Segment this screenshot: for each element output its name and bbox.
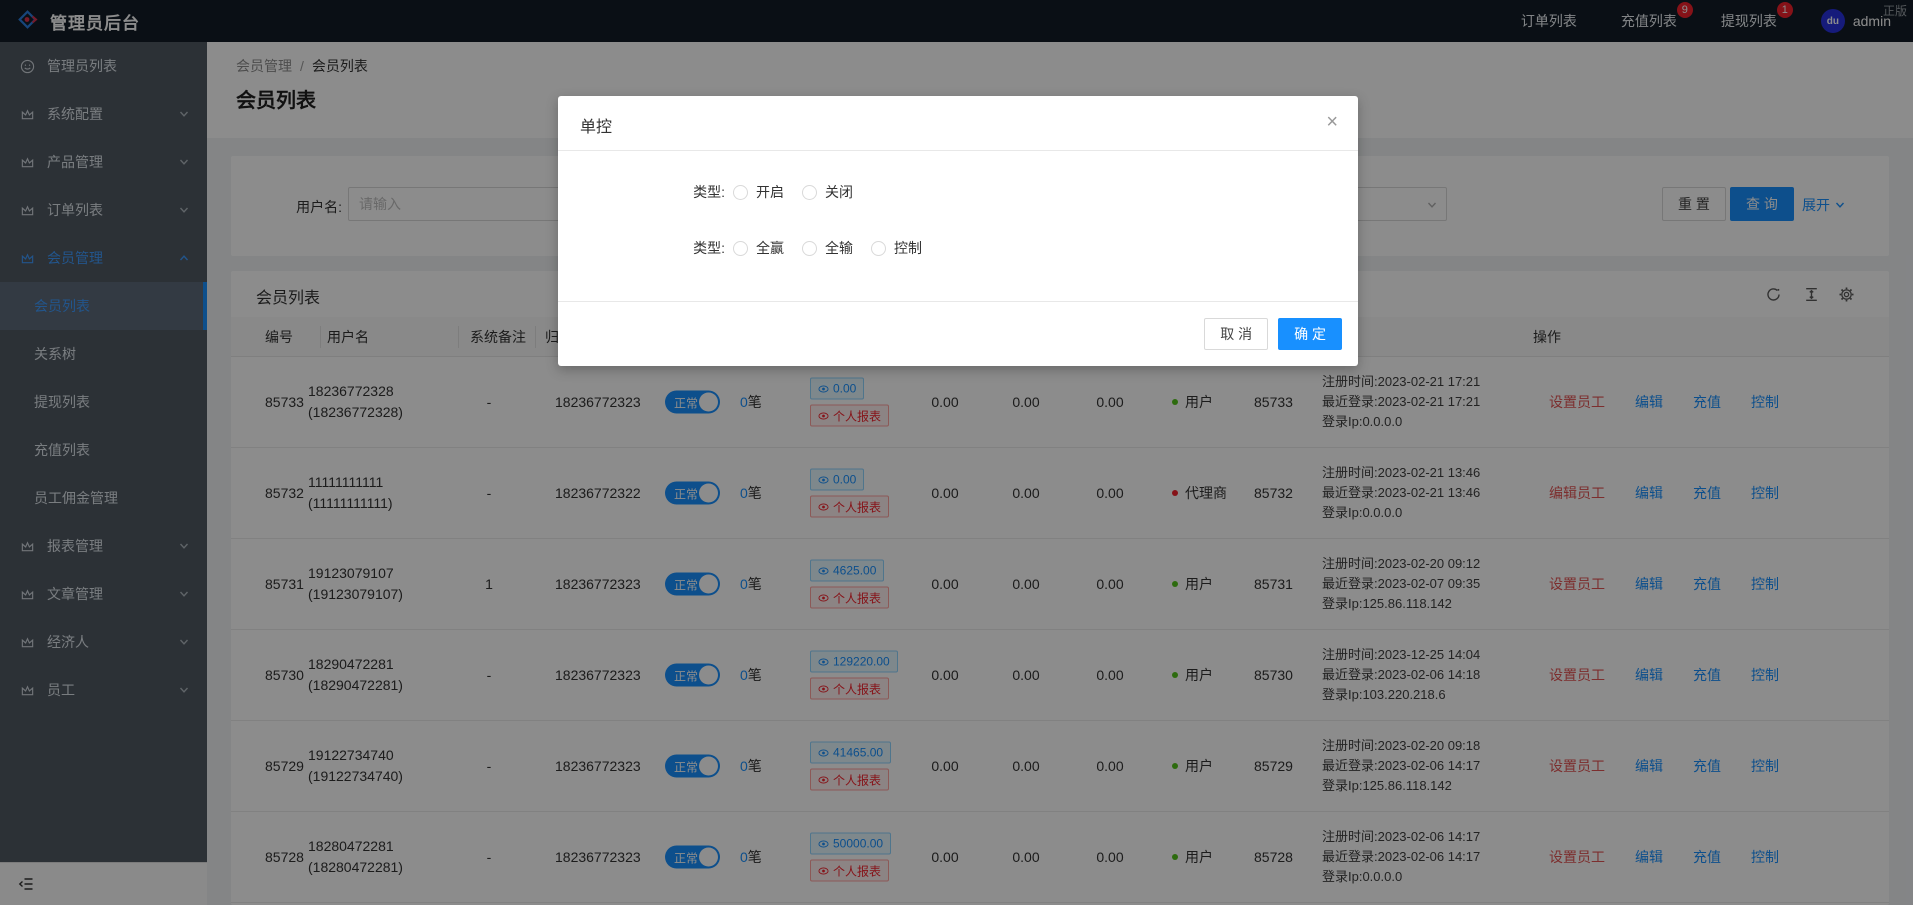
radio-option-label: 关闭 xyxy=(825,182,853,202)
radio-option-label: 开启 xyxy=(756,182,784,202)
radio-option[interactable]: 开启 xyxy=(733,182,784,202)
radio-option[interactable]: 全赢 xyxy=(733,238,784,258)
radio-option[interactable]: 全输 xyxy=(802,238,853,258)
radio-icon xyxy=(871,241,886,256)
radio-icon xyxy=(802,185,817,200)
radio-option-label: 全赢 xyxy=(756,238,784,258)
radio-group-0: 类型: 开启 关闭 xyxy=(558,178,1358,206)
radio-option[interactable]: 控制 xyxy=(871,238,922,258)
radio-icon xyxy=(733,185,748,200)
modal-title: 单控 xyxy=(580,113,612,137)
control-modal: 单控 × 类型:开启关闭类型:全赢全输控制 取 消 确 定 xyxy=(558,96,1358,366)
confirm-button[interactable]: 确 定 xyxy=(1278,318,1342,350)
modal-body: 类型:开启关闭类型:全赢全输控制 xyxy=(558,150,1358,301)
radio-icon xyxy=(733,241,748,256)
radio-options: 开启 关闭 xyxy=(733,182,853,202)
radio-option[interactable]: 关闭 xyxy=(802,182,853,202)
cancel-button[interactable]: 取 消 xyxy=(1204,318,1268,350)
radio-icon xyxy=(802,241,817,256)
radio-group-label: 类型: xyxy=(558,238,733,258)
radio-option-label: 控制 xyxy=(894,238,922,258)
radio-group-1: 类型: 全赢 全输 控制 xyxy=(558,234,1358,262)
radio-group-label: 类型: xyxy=(558,182,733,202)
close-icon[interactable]: × xyxy=(1326,108,1338,136)
radio-option-label: 全输 xyxy=(825,238,853,258)
radio-options: 全赢 全输 控制 xyxy=(733,238,922,258)
modal-footer: 取 消 确 定 xyxy=(558,301,1358,366)
